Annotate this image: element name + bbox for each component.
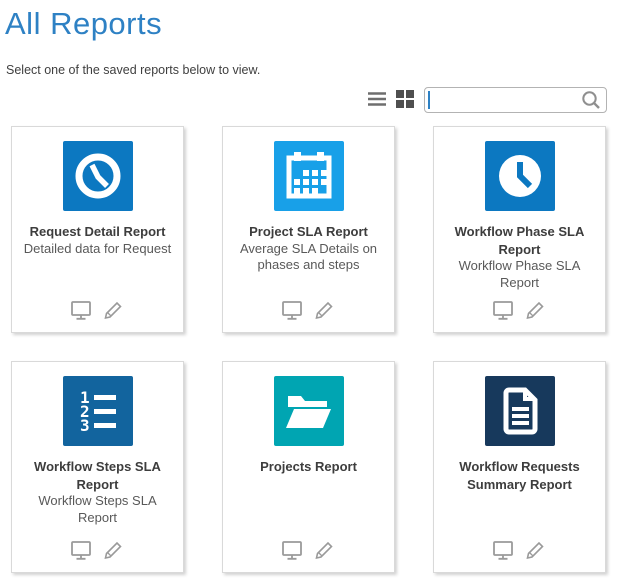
report-title: Workflow Steps SLA Report	[12, 458, 183, 493]
document-icon	[485, 376, 555, 446]
report-actions	[12, 298, 183, 322]
monitor-icon	[69, 298, 93, 322]
pencil-icon	[524, 538, 548, 562]
report-title: Projects Report	[254, 458, 363, 476]
search-box	[424, 87, 607, 113]
report-subtitle: Workflow Phase SLA Report	[434, 258, 605, 292]
report-card[interactable]: Workflow Requests Summary Report	[433, 361, 606, 573]
report-subtitle: Workflow Steps SLA Report	[12, 493, 183, 527]
edit-report-button[interactable]	[313, 298, 337, 322]
view-report-button[interactable]	[280, 538, 304, 562]
report-tile-icon: 123	[63, 376, 133, 446]
pencil-icon	[313, 298, 337, 322]
view-report-button[interactable]	[69, 298, 93, 322]
pencil-icon	[313, 538, 337, 562]
report-title: Workflow Requests Summary Report	[434, 458, 605, 493]
report-card[interactable]: Workflow Phase SLA Report Workflow Phase…	[433, 126, 606, 333]
monitor-icon	[491, 538, 515, 562]
report-actions	[434, 298, 605, 322]
folder-icon	[274, 376, 344, 446]
edit-report-button[interactable]	[313, 538, 337, 562]
report-tile-icon	[274, 376, 344, 446]
edit-report-button[interactable]	[102, 298, 126, 322]
view-report-button[interactable]	[69, 538, 93, 562]
edit-report-button[interactable]	[102, 538, 126, 562]
edit-report-button[interactable]	[524, 298, 548, 322]
pencil-icon	[524, 298, 548, 322]
reports-grid: Request Detail Report Detailed data for …	[11, 126, 606, 573]
report-tile-icon	[485, 141, 555, 211]
svg-text:3: 3	[80, 416, 90, 435]
report-tile-icon	[274, 141, 344, 211]
report-subtitle: Detailed data for Request	[14, 241, 181, 258]
search-input[interactable]	[430, 90, 580, 110]
clock-outline-icon	[63, 141, 133, 211]
report-actions	[223, 538, 394, 562]
report-tile-icon	[63, 141, 133, 211]
list-view-icon[interactable]	[366, 88, 388, 110]
page-title: All Reports	[5, 6, 162, 42]
toolbar	[0, 85, 608, 115]
search-icon[interactable]	[580, 89, 602, 111]
pencil-icon	[102, 538, 126, 562]
report-actions	[223, 298, 394, 322]
view-report-button[interactable]	[280, 298, 304, 322]
monitor-icon	[69, 538, 93, 562]
monitor-icon	[280, 298, 304, 322]
monitor-icon	[491, 298, 515, 322]
report-card[interactable]: 123 Workflow Steps SLA Report Workflow S…	[11, 361, 184, 573]
report-subtitle: Average SLA Details on phases and steps	[223, 241, 394, 275]
report-card[interactable]: Request Detail Report Detailed data for …	[11, 126, 184, 333]
report-tile-icon	[485, 376, 555, 446]
view-report-button[interactable]	[491, 298, 515, 322]
clock-solid-icon	[485, 141, 555, 211]
calendar-icon	[274, 141, 344, 211]
report-actions	[434, 538, 605, 562]
monitor-icon	[280, 538, 304, 562]
report-title: Project SLA Report	[243, 223, 374, 241]
pencil-icon	[102, 298, 126, 322]
edit-report-button[interactable]	[524, 538, 548, 562]
report-card[interactable]: Projects Report	[222, 361, 395, 573]
report-card[interactable]: Project SLA Report Average SLA Details o…	[222, 126, 395, 333]
numbered-list-icon: 123	[63, 376, 133, 446]
report-actions	[12, 538, 183, 562]
report-title: Request Detail Report	[24, 223, 172, 241]
page-subtitle: Select one of the saved reports below to…	[6, 63, 260, 77]
report-title: Workflow Phase SLA Report	[434, 223, 605, 258]
view-report-button[interactable]	[491, 538, 515, 562]
grid-view-icon[interactable]	[394, 88, 416, 110]
